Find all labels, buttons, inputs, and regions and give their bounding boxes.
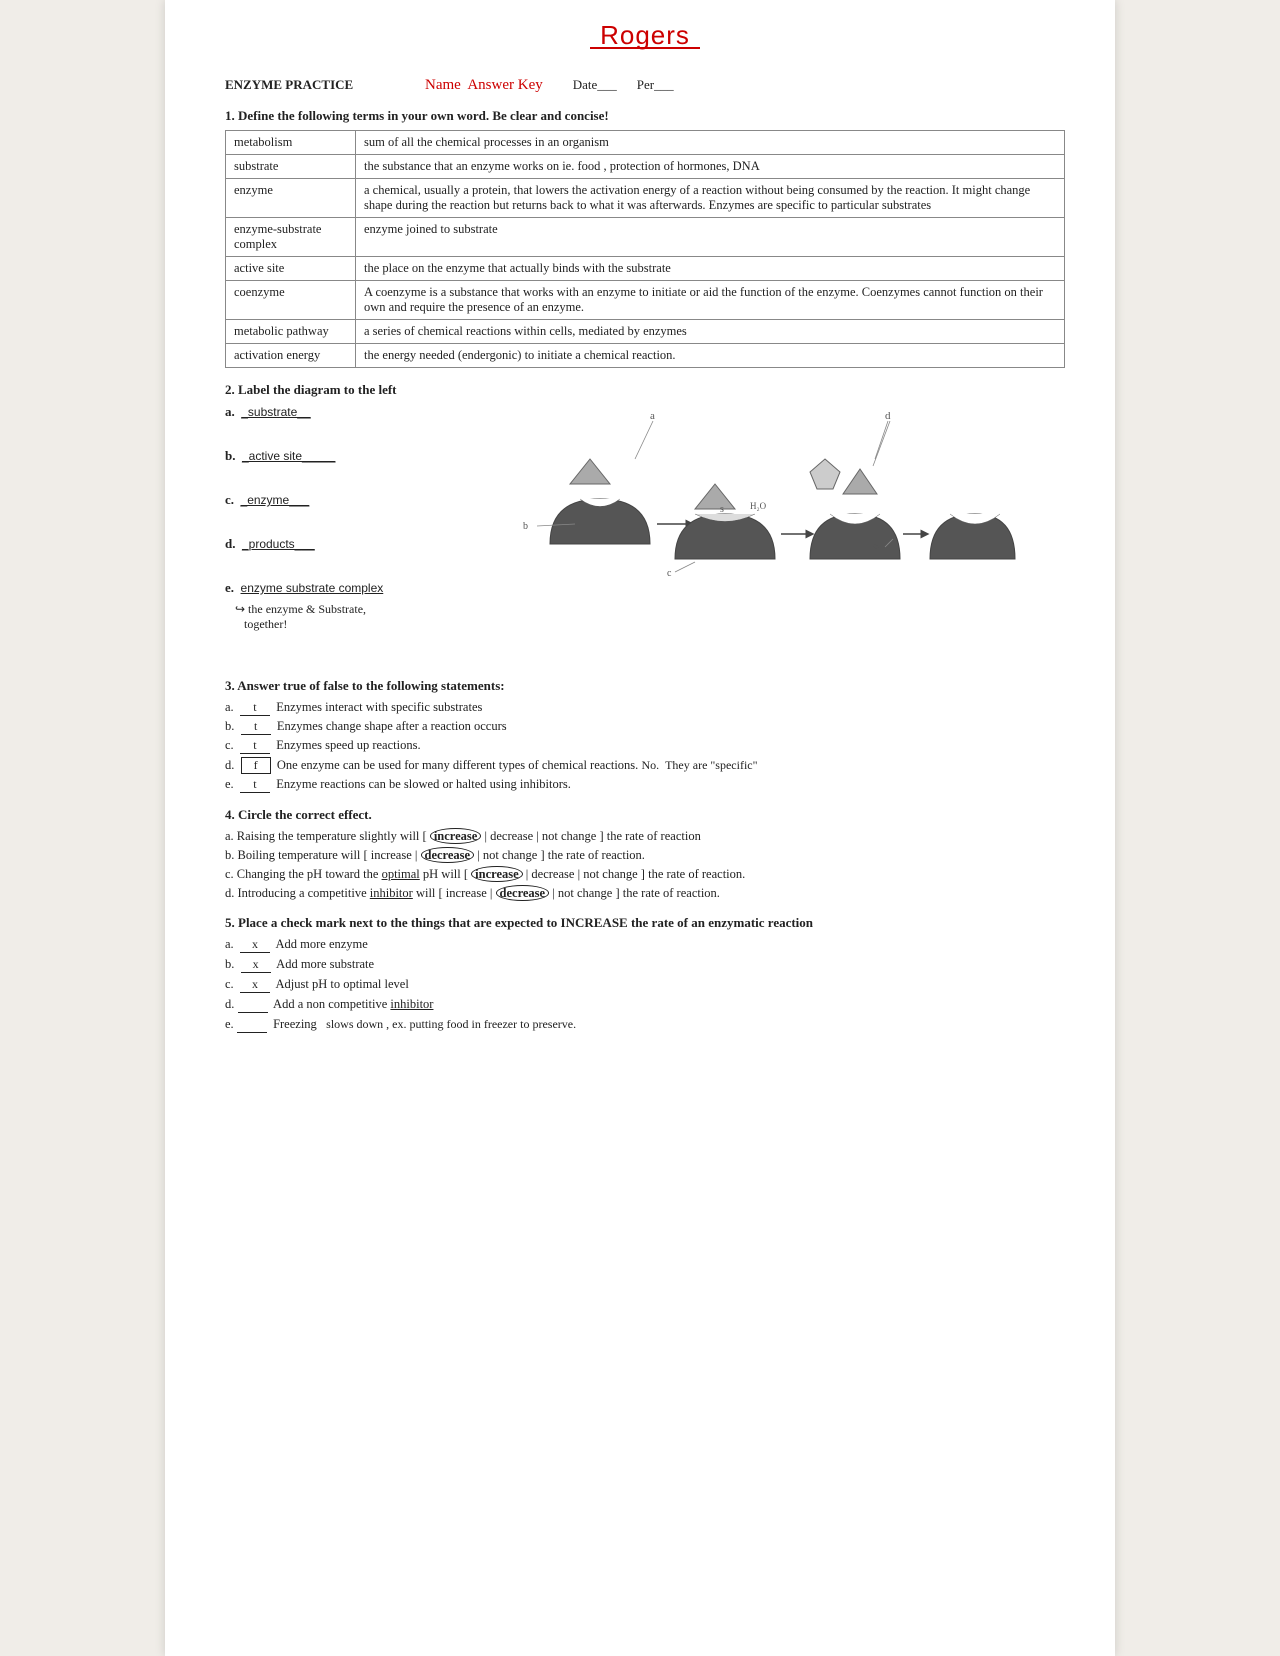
svg-text:a: a: [650, 410, 655, 422]
term-cell: metabolic pathway: [226, 320, 356, 344]
label-e: e. enzyme substrate complex: [225, 580, 425, 596]
section4-title: 4. Circle the correct effect.: [225, 807, 1065, 823]
section2-title: 2. Label the diagram to the left: [225, 382, 1065, 398]
definition-cell: a series of chemical reactions within ce…: [356, 320, 1065, 344]
tf-row-d: d. f One enzyme can be used for many dif…: [225, 757, 1065, 774]
term-cell: coenzyme: [226, 281, 356, 320]
name-value: Answer Key: [467, 77, 542, 93]
definition-cell: A coenzyme is a substance that works wit…: [356, 281, 1065, 320]
date-field: Date___: [573, 77, 617, 93]
definition-cell: the place on the enzyme that actually bi…: [356, 257, 1065, 281]
circle-effect-section: a. Raising the temperature slightly will…: [225, 829, 1065, 901]
definition-cell: sum of all the chemical processes in an …: [356, 131, 1065, 155]
check-row-c: c. x Adjust pH to optimal level: [225, 977, 1065, 993]
svg-text:e.: e.: [873, 541, 880, 552]
label-d: d. _products___: [225, 536, 425, 552]
tf-row-e: e. t Enzyme reactions can be slowed or h…: [225, 777, 1065, 793]
check-row-b: b. x Add more substrate: [225, 957, 1065, 973]
section1-title: 1. Define the following terms in your ow…: [225, 108, 1065, 124]
circle-row-d: d. Introducing a competitive inhibitor w…: [225, 886, 1065, 901]
label-b: b. _active site_____: [225, 448, 425, 464]
definition-cell: enzyme joined to substrate: [356, 218, 1065, 257]
section5-title: 5. Place a check mark next to the things…: [225, 915, 1065, 931]
label-c: c. _enzyme___: [225, 492, 425, 508]
definition-cell: the substance that an enzyme works on ie…: [356, 155, 1065, 179]
name-field: Name Answer Key: [425, 77, 543, 94]
check-row-d: d. Add a non competitive inhibitor: [225, 997, 1065, 1013]
svg-text:d: d: [885, 410, 891, 422]
header: ENZYME PRACTICE Name Answer Key Date___ …: [225, 77, 1065, 94]
check-row-e: e. Freezing slows down , ex. putting foo…: [225, 1017, 1065, 1033]
svg-text:s: s: [720, 504, 724, 515]
svg-text:c: c: [667, 568, 672, 579]
definition-cell: the energy needed (endergonic) to initia…: [356, 344, 1065, 368]
tf-row-b: b. t Enzymes change shape after a reacti…: [225, 719, 1065, 735]
term-cell: enzyme: [226, 179, 356, 218]
enzyme-diagram: a d b: [445, 404, 1065, 664]
section2-content: a. _substrate__ b. _active site_____ c. …: [225, 404, 1065, 664]
diagram-note: ↪ the enzyme & Substrate, together!: [235, 602, 425, 632]
circle-row-b: b. Boiling temperature will [ increase |…: [225, 848, 1065, 863]
true-false-section: a. t Enzymes interact with specific subs…: [225, 700, 1065, 793]
page: Rogers ENZYME PRACTICE Name Answer Key D…: [165, 0, 1115, 1656]
check-row-a: a. x Add more enzyme: [225, 937, 1065, 953]
doc-title: ENZYME PRACTICE: [225, 77, 425, 93]
definitions-table: metabolismsum of all the chemical proces…: [225, 130, 1065, 368]
per-field: Per___: [637, 77, 674, 93]
label-a: a. _substrate__: [225, 404, 425, 420]
top-name: Rogers: [225, 20, 1065, 49]
definition-cell: a chemical, usually a protein, that lowe…: [356, 179, 1065, 218]
circle-row-a: a. Raising the temperature slightly will…: [225, 829, 1065, 844]
term-cell: active site: [226, 257, 356, 281]
svg-text:b: b: [523, 521, 528, 532]
term-cell: metabolism: [226, 131, 356, 155]
tf-row-c: c. t Enzymes speed up reactions.: [225, 738, 1065, 754]
circle-row-c: c. Changing the pH toward the optimal pH…: [225, 867, 1065, 882]
diagram-labels: a. _substrate__ b. _active site_____ c. …: [225, 404, 425, 664]
section3-title: 3. Answer true of false to the following…: [225, 678, 1065, 694]
checklist-section: a. x Add more enzyme b. x Add more subst…: [225, 937, 1065, 1033]
tf-row-a: a. t Enzymes interact with specific subs…: [225, 700, 1065, 716]
term-cell: enzyme-substrate complex: [226, 218, 356, 257]
svg-text:H₂O: H₂O: [750, 501, 767, 511]
term-cell: substrate: [226, 155, 356, 179]
term-cell: activation energy: [226, 344, 356, 368]
